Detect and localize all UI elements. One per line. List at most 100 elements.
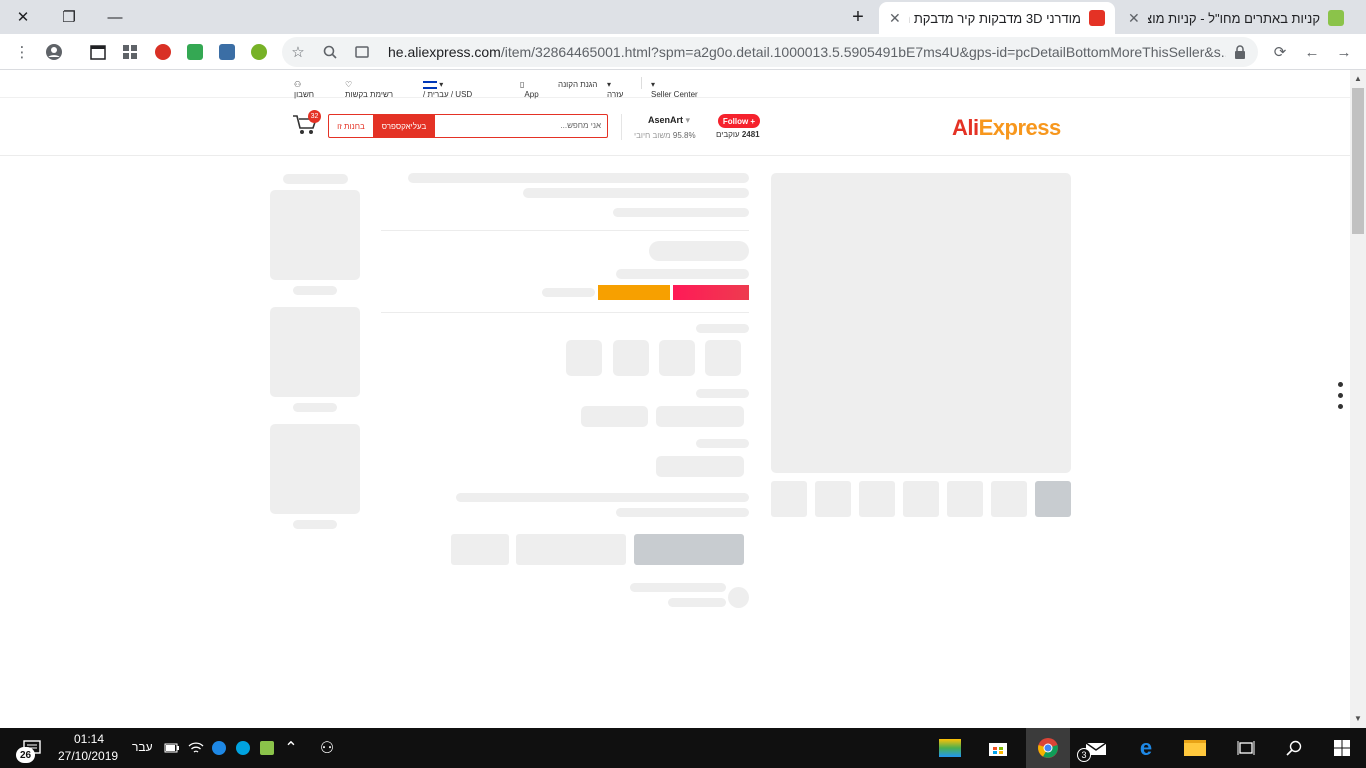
reload-icon[interactable]: ⟳ [1268, 40, 1292, 64]
input-language[interactable]: עבר [132, 740, 153, 754]
skeleton-option-thumb [705, 340, 741, 376]
skeleton-gallery-thumb [815, 481, 851, 517]
nav-divider [641, 77, 642, 89]
skeleton-title-line [408, 173, 749, 183]
zoom-icon[interactable] [318, 40, 342, 64]
search-input[interactable]: אני מחפש... [560, 121, 601, 130]
restore-glyph: ❐ [62, 9, 76, 26]
file-explorer-icon[interactable] [1183, 736, 1207, 760]
scroll-up-icon[interactable]: ▲ [1354, 74, 1362, 83]
window-minimize-icon[interactable]: — [92, 0, 138, 34]
skeleton-gallery-thumb [991, 481, 1027, 517]
search-aliexpress-button[interactable]: בעליאקספרס [373, 115, 435, 137]
show-hidden-icons-chevron-icon[interactable]: ⌃ [279, 736, 303, 760]
new-tab-button[interactable]: + [846, 5, 870, 29]
battery-icon[interactable] [160, 736, 184, 760]
skeleton-option-label [696, 439, 749, 448]
chrome-app-icon[interactable] [1036, 736, 1060, 760]
clock-time[interactable]: 01:14 [74, 732, 104, 746]
bluetooth-icon[interactable] [207, 736, 231, 760]
search-icon[interactable] [1282, 736, 1306, 760]
task-view-icon[interactable] [1234, 736, 1258, 760]
lock-icon[interactable] [1228, 40, 1252, 64]
chevron-down-icon: ▾ [685, 115, 691, 125]
skeleton-quantity [656, 456, 744, 477]
skeleton-rating-line [613, 208, 749, 217]
more-options-icon[interactable] [1338, 382, 1346, 415]
forward-arrow-icon[interactable]: → [1332, 40, 1356, 64]
follow-store-button[interactable]: Follow + [718, 114, 760, 128]
address-bar[interactable]: ☆ he.aliexpress.com/item/32864465001.htm… [282, 37, 1258, 67]
windows-start-icon[interactable] [1330, 736, 1354, 760]
skeleton-seller-line [668, 598, 726, 607]
calendar-extension-icon[interactable] [86, 40, 110, 64]
close-glyph: ✕ [16, 9, 30, 26]
app-link[interactable]: ▯ App [520, 80, 539, 99]
url-host: he.aliexpress.com [388, 44, 501, 60]
section-divider [381, 230, 749, 231]
bookmark-star-icon[interactable]: ☆ [286, 40, 310, 64]
tab-close-icon[interactable]: ✕ [889, 10, 901, 27]
skeleton-option-button [656, 406, 744, 427]
eset-icon[interactable] [231, 736, 255, 760]
green-mail-extension-icon[interactable] [183, 40, 207, 64]
wifi-icon[interactable] [184, 736, 208, 760]
mail-count-badge: 3 [1077, 748, 1091, 762]
search-store-button[interactable]: בחנות זו [329, 115, 373, 137]
site-info-icon[interactable] [350, 40, 374, 64]
scrollbar-thumb[interactable] [1352, 88, 1364, 234]
buyer-protection-link[interactable]: הגנת הקונה [558, 80, 597, 89]
people-icon[interactable]: ⚇ [315, 736, 339, 760]
blue-mail-extension-icon[interactable] [215, 40, 239, 64]
url-text[interactable]: he.aliexpress.com/item/32864465001.html?… [388, 44, 1226, 60]
israel-flag-icon [423, 80, 437, 89]
top-navigation: Seller Center ▾ עזרה ▾ הגנת הקונה ▯ App … [0, 70, 1350, 99]
site-header: AliExpress Follow + 2481 עוקבים AsenArt … [0, 98, 1350, 156]
skeleton-price [649, 241, 749, 261]
seller-center-link[interactable]: Seller Center ▾ [651, 80, 698, 99]
skeleton-option-label [696, 324, 749, 333]
back-arrow-icon[interactable]: ← [1300, 40, 1324, 64]
window-restore-icon[interactable]: ❐ [46, 0, 92, 34]
skeleton-buy-button [634, 534, 744, 565]
page-scrollbar[interactable]: ▲ ▼ [1350, 70, 1366, 728]
store-name-text: AsenArt [648, 115, 684, 125]
yoast-extension-icon[interactable] [247, 40, 271, 64]
skeleton-seller-line [630, 583, 726, 592]
skeleton-option-thumb [659, 340, 695, 376]
store-app-icon[interactable] [986, 736, 1010, 760]
window-close-icon[interactable]: ✕ [0, 0, 46, 34]
store-name[interactable]: AsenArt ▾ [648, 115, 690, 126]
skeleton-gallery-thumb [903, 481, 939, 517]
account-link[interactable]: חשבון ⚇ [294, 80, 314, 99]
windows-taskbar: 26 01:14 27/10/2019 עבר ⌃ ⚇ 3 e [0, 728, 1366, 768]
clock-date[interactable]: 27/10/2019 [58, 749, 118, 763]
followers-count: 2481 עוקבים [716, 130, 760, 139]
skeleton-sidebar-title [283, 174, 348, 184]
menu-kebab-icon[interactable]: ⋮ [10, 40, 34, 64]
bluestacks-tray-icon[interactable] [255, 736, 279, 760]
wishlist-link[interactable]: רשימת בקשות ♡ [345, 80, 393, 99]
skeleton-discount-line [616, 269, 749, 279]
skeleton-recommended-price [293, 286, 337, 295]
help-link[interactable]: עזרה ▾ [607, 80, 623, 99]
aliexpress-logo[interactable]: AliExpress [952, 115, 1061, 141]
aliexpress-favicon-icon [1089, 10, 1105, 26]
grid-extension-icon[interactable] [118, 40, 142, 64]
tab-aliexpress-product[interactable]: מודרני 3D מדבקות קיר מדבקת נוף ✕ [879, 2, 1115, 34]
forum-favicon-icon [1328, 10, 1344, 26]
bluestacks-app-icon[interactable] [938, 736, 962, 760]
tab-shopping-forum[interactable]: קניות באתרים מחו"ל - קניות מוצל ✕ [1118, 2, 1354, 34]
tab-close-icon[interactable]: ✕ [1128, 10, 1140, 27]
skeleton-coupon-badge [598, 285, 670, 300]
browser-toolbar: ⋮ ☆ he.aliexpress.com/item/32864465001.h… [0, 34, 1366, 70]
tab-title: קניות באתרים מחו"ל - קניות מוצל [1147, 10, 1320, 26]
profile-avatar-icon[interactable] [42, 40, 66, 64]
scroll-down-icon[interactable]: ▼ [1354, 714, 1362, 723]
edge-app-icon[interactable]: e [1134, 735, 1158, 760]
section-divider [381, 312, 749, 313]
language-currency-selector[interactable]: / עברית / USD ▾ [423, 80, 472, 99]
red-extension-icon[interactable] [151, 40, 175, 64]
skeleton-option-button [581, 406, 648, 427]
logo-ali: Ali [952, 115, 979, 140]
